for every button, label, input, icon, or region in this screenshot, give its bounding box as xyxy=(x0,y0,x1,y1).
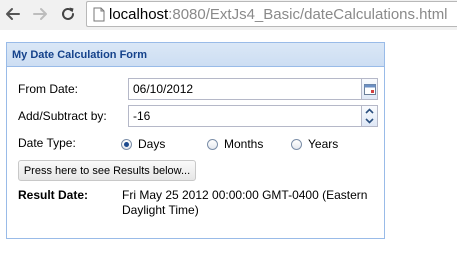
radio-years-label: Years xyxy=(308,137,339,151)
browser-toolbar: localhost:8080/ExtJs4_Basic/dateCalculat… xyxy=(0,0,457,30)
spinner-up[interactable] xyxy=(362,106,377,116)
add-subtract-label: Add/Subtract by: xyxy=(18,109,107,123)
forward-button[interactable] xyxy=(29,3,51,25)
result-date-label: Result Date: xyxy=(18,188,89,202)
add-subtract-field[interactable]: -16 xyxy=(128,105,378,127)
chevron-up-icon xyxy=(365,108,374,114)
date-type-label: Date Type: xyxy=(18,136,76,150)
radio-days-label: Days xyxy=(138,137,166,151)
from-date-label: From Date: xyxy=(18,82,79,96)
radio-days-button[interactable] xyxy=(121,138,132,150)
url-path: :8080/ExtJs4_Basic/dateCalculations.html xyxy=(168,5,448,23)
see-results-button[interactable]: Press here to see Results below... xyxy=(18,160,196,181)
panel-title: My Date Calculation Form xyxy=(12,48,148,61)
reload-icon xyxy=(62,7,74,20)
arrow-right-icon xyxy=(33,8,47,20)
radio-months-label: Months xyxy=(224,137,264,151)
radio-days[interactable]: Days xyxy=(121,137,165,151)
panel-header: My Date Calculation Form xyxy=(7,43,384,67)
back-button[interactable] xyxy=(2,3,24,25)
calendar-icon xyxy=(363,84,376,95)
spinner-trigger[interactable] xyxy=(361,105,378,127)
date-picker-trigger[interactable] xyxy=(361,78,378,100)
radio-months[interactable]: Months xyxy=(207,137,263,151)
page-icon xyxy=(93,7,105,21)
date-calculation-panel: My Date Calculation Form From Date: 06/1… xyxy=(6,42,385,239)
radio-years-button[interactable] xyxy=(291,138,302,150)
address-bar[interactable]: localhost:8080/ExtJs4_Basic/dateCalculat… xyxy=(86,1,457,27)
spinner-down[interactable] xyxy=(362,116,377,126)
radio-months-button[interactable] xyxy=(207,138,218,150)
url-host: localhost xyxy=(109,5,169,23)
arrow-left-icon xyxy=(6,8,20,20)
url-text: localhost:8080/ExtJs4_Basic/dateCalculat… xyxy=(109,6,448,23)
add-subtract-value: -16 xyxy=(133,109,151,123)
from-date-field[interactable]: 06/10/2012 xyxy=(128,78,378,100)
result-date-value: Fri May 25 2012 00:00:00 GMT-0400 (Easte… xyxy=(122,188,368,217)
chevron-down-icon xyxy=(365,118,374,124)
from-date-value: 06/10/2012 xyxy=(133,82,194,96)
radio-years[interactable]: Years xyxy=(291,137,338,151)
reload-button[interactable] xyxy=(57,3,79,25)
